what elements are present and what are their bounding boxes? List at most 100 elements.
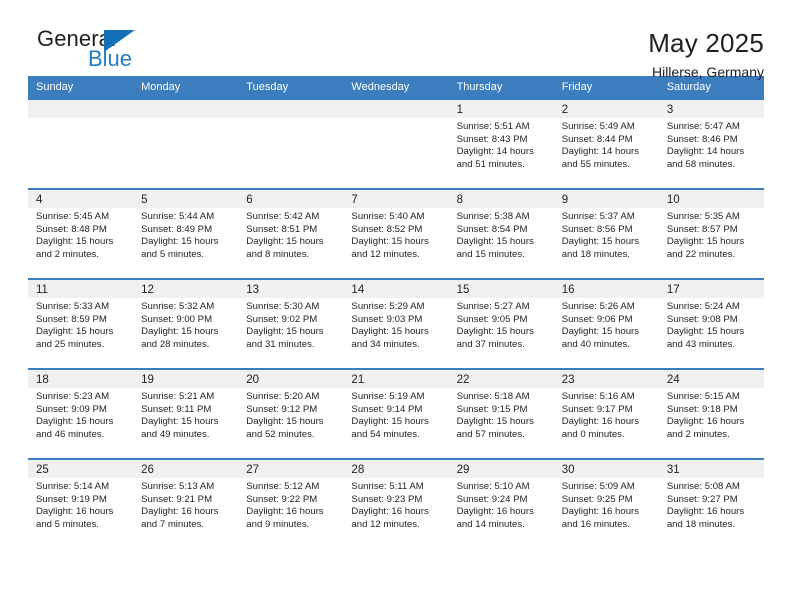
day-cell[interactable]: 4 Sunrise: 5:45 AM Sunset: 8:48 PM Dayli… [28, 190, 134, 278]
daylight-text-line1: Daylight: 16 hours [351, 506, 429, 518]
day-cell[interactable]: 28 Sunrise: 5:11 AM Sunset: 9:23 PM Dayl… [343, 460, 449, 548]
day-number: 25 [36, 464, 49, 476]
day-cell[interactable]: 12 Sunrise: 5:32 AM Sunset: 9:00 PM Dayl… [133, 280, 239, 368]
day-number: 31 [666, 464, 680, 476]
day-number-band: 18 [28, 370, 134, 388]
day-number-band: 11 [28, 280, 134, 298]
day-cell[interactable]: 5 Sunrise: 5:44 AM Sunset: 8:49 PM Dayli… [133, 190, 239, 278]
day-details: Sunrise: 5:47 AM Sunset: 8:46 PM Dayligh… [659, 118, 764, 171]
sunrise-text: Sunrise: 5:33 AM [36, 301, 110, 312]
day-number-band: 9 [553, 190, 659, 208]
day-number: 8 [456, 194, 463, 206]
daylight-text-line2: and 55 minutes. [561, 158, 630, 170]
day-cell[interactable]: 24 Sunrise: 5:15 AM Sunset: 9:18 PM Dayl… [658, 370, 764, 458]
sunset-text: Sunset: 9:17 PM [561, 403, 633, 415]
page-title: May 2025 [648, 28, 764, 58]
day-number-band [133, 100, 239, 118]
day-cell[interactable]: 29 Sunrise: 5:10 AM Sunset: 9:24 PM Dayl… [448, 460, 554, 548]
day-details: Sunrise: 5:29 AM Sunset: 9:03 PM Dayligh… [343, 298, 448, 351]
sunrise-text: Sunrise: 5:14 AM [36, 481, 110, 492]
day-cell[interactable]: 2 Sunrise: 5:49 AM Sunset: 8:44 PM Dayli… [553, 100, 659, 188]
day-number: 23 [561, 374, 575, 386]
sunrise-text: Sunrise: 5:35 AM [666, 211, 740, 222]
day-cell[interactable]: 7 Sunrise: 5:40 AM Sunset: 8:52 PM Dayli… [343, 190, 449, 278]
sunrise-text: Sunrise: 5:44 AM [141, 211, 215, 222]
day-cell[interactable]: 30 Sunrise: 5:09 AM Sunset: 9:25 PM Dayl… [553, 460, 659, 548]
day-cell[interactable]: 23 Sunrise: 5:16 AM Sunset: 9:17 PM Dayl… [553, 370, 659, 458]
day-cell[interactable]: 27 Sunrise: 5:12 AM Sunset: 9:22 PM Dayl… [238, 460, 344, 548]
day-cell[interactable]: 16 Sunrise: 5:26 AM Sunset: 9:06 PM Dayl… [553, 280, 659, 368]
sunset-text: Sunset: 9:27 PM [666, 493, 738, 505]
day-cell[interactable] [133, 100, 239, 188]
sunset-text: Sunset: 9:00 PM [141, 313, 213, 325]
daylight-text-line2: and 5 minutes. [36, 518, 99, 530]
sunrise-text: Sunrise: 5:10 AM [456, 481, 530, 492]
day-cell[interactable]: 8 Sunrise: 5:38 AM Sunset: 8:54 PM Dayli… [448, 190, 554, 278]
sunrise-text: Sunrise: 5:45 AM [36, 211, 110, 222]
daylight-text-line1: Daylight: 15 hours [456, 236, 534, 248]
daylight-text-line2: and 51 minutes. [456, 158, 525, 170]
day-cell[interactable] [28, 100, 134, 188]
day-number-band: 20 [238, 370, 344, 388]
day-cell[interactable]: 1 Sunrise: 5:51 AM Sunset: 8:43 PM Dayli… [448, 100, 554, 188]
sunrise-text: Sunrise: 5:47 AM [666, 121, 740, 132]
weekday-header-wednesday: Wednesday [351, 81, 410, 93]
day-cell[interactable]: 31 Sunrise: 5:08 AM Sunset: 9:27 PM Dayl… [658, 460, 764, 548]
day-cell[interactable]: 14 Sunrise: 5:29 AM Sunset: 9:03 PM Dayl… [343, 280, 449, 368]
sunset-text: Sunset: 9:25 PM [561, 493, 633, 505]
day-cell[interactable]: 22 Sunrise: 5:18 AM Sunset: 9:15 PM Dayl… [448, 370, 554, 458]
sunrise-text: Sunrise: 5:23 AM [36, 391, 110, 402]
daylight-text-line2: and 5 minutes. [141, 248, 205, 260]
day-cell[interactable]: 19 Sunrise: 5:21 AM Sunset: 9:11 PM Dayl… [133, 370, 239, 458]
day-number: 15 [456, 284, 470, 296]
sunset-text: Sunset: 9:06 PM [561, 313, 633, 325]
sunrise-text: Sunrise: 5:32 AM [141, 301, 215, 312]
daylight-text-line2: and 15 minutes. [456, 248, 525, 260]
sunset-text: Sunset: 9:22 PM [246, 493, 318, 505]
general-blue-logo[interactable]: General Blue [28, 26, 160, 72]
daylight-text-line2: and 8 minutes. [246, 248, 310, 260]
day-cell[interactable]: 20 Sunrise: 5:20 AM Sunset: 9:12 PM Dayl… [238, 370, 344, 458]
daylight-text-line2: and 28 minutes. [141, 338, 210, 350]
day-number: 20 [246, 374, 260, 386]
sunset-text: Sunset: 9:05 PM [456, 313, 528, 325]
day-cell[interactable]: 15 Sunrise: 5:27 AM Sunset: 9:05 PM Dayl… [448, 280, 554, 368]
day-cell[interactable]: 26 Sunrise: 5:13 AM Sunset: 9:21 PM Dayl… [133, 460, 239, 548]
day-details: Sunrise: 5:10 AM Sunset: 9:24 PM Dayligh… [449, 478, 554, 531]
day-cell[interactable]: 13 Sunrise: 5:30 AM Sunset: 9:02 PM Dayl… [238, 280, 344, 368]
day-details: Sunrise: 5:12 AM Sunset: 9:22 PM Dayligh… [238, 478, 343, 531]
day-number-band: 22 [448, 370, 554, 388]
daylight-text-line1: Daylight: 15 hours [36, 326, 114, 338]
day-cell[interactable]: 6 Sunrise: 5:42 AM Sunset: 8:51 PM Dayli… [238, 190, 344, 278]
day-cell[interactable] [343, 100, 449, 188]
daylight-text-line1: Daylight: 15 hours [141, 416, 219, 428]
day-number: 19 [141, 374, 154, 386]
day-number-band: 17 [658, 280, 764, 298]
day-number-band: 10 [658, 190, 764, 208]
day-number: 4 [36, 194, 43, 206]
day-cell[interactable]: 10 Sunrise: 5:35 AM Sunset: 8:57 PM Dayl… [658, 190, 764, 278]
day-details: Sunrise: 5:45 AM Sunset: 8:48 PM Dayligh… [28, 208, 133, 261]
day-cell[interactable]: 9 Sunrise: 5:37 AM Sunset: 8:56 PM Dayli… [553, 190, 659, 278]
day-details: Sunrise: 5:18 AM Sunset: 9:15 PM Dayligh… [449, 388, 554, 441]
day-details: Sunrise: 5:30 AM Sunset: 9:02 PM Dayligh… [238, 298, 343, 351]
day-cell[interactable]: 18 Sunrise: 5:23 AM Sunset: 9:09 PM Dayl… [28, 370, 134, 458]
day-cell[interactable]: 25 Sunrise: 5:14 AM Sunset: 9:19 PM Dayl… [28, 460, 134, 548]
sunrise-text: Sunrise: 5:11 AM [351, 481, 424, 492]
daylight-text-line2: and 16 minutes. [561, 518, 630, 530]
daylight-text-line1: Daylight: 16 hours [456, 506, 534, 518]
day-cell[interactable] [238, 100, 344, 188]
day-number: 13 [246, 284, 260, 296]
day-number-band: 27 [238, 460, 344, 478]
sunset-text: Sunset: 9:14 PM [351, 403, 423, 415]
day-cell[interactable]: 17 Sunrise: 5:24 AM Sunset: 9:08 PM Dayl… [658, 280, 764, 368]
sunrise-text: Sunrise: 5:08 AM [666, 481, 740, 492]
day-cell[interactable]: 11 Sunrise: 5:33 AM Sunset: 8:59 PM Dayl… [28, 280, 134, 368]
day-cell[interactable]: 21 Sunrise: 5:19 AM Sunset: 9:14 PM Dayl… [343, 370, 449, 458]
day-number-band: 14 [343, 280, 449, 298]
day-number-band: 12 [133, 280, 239, 298]
daylight-text-line2: and 46 minutes. [36, 428, 105, 440]
day-cell[interactable]: 3 Sunrise: 5:47 AM Sunset: 8:46 PM Dayli… [658, 100, 764, 188]
sunrise-text: Sunrise: 5:19 AM [351, 391, 425, 402]
calendar-grid: Sunday Monday Tuesday Wednesday Thursday… [28, 76, 764, 548]
